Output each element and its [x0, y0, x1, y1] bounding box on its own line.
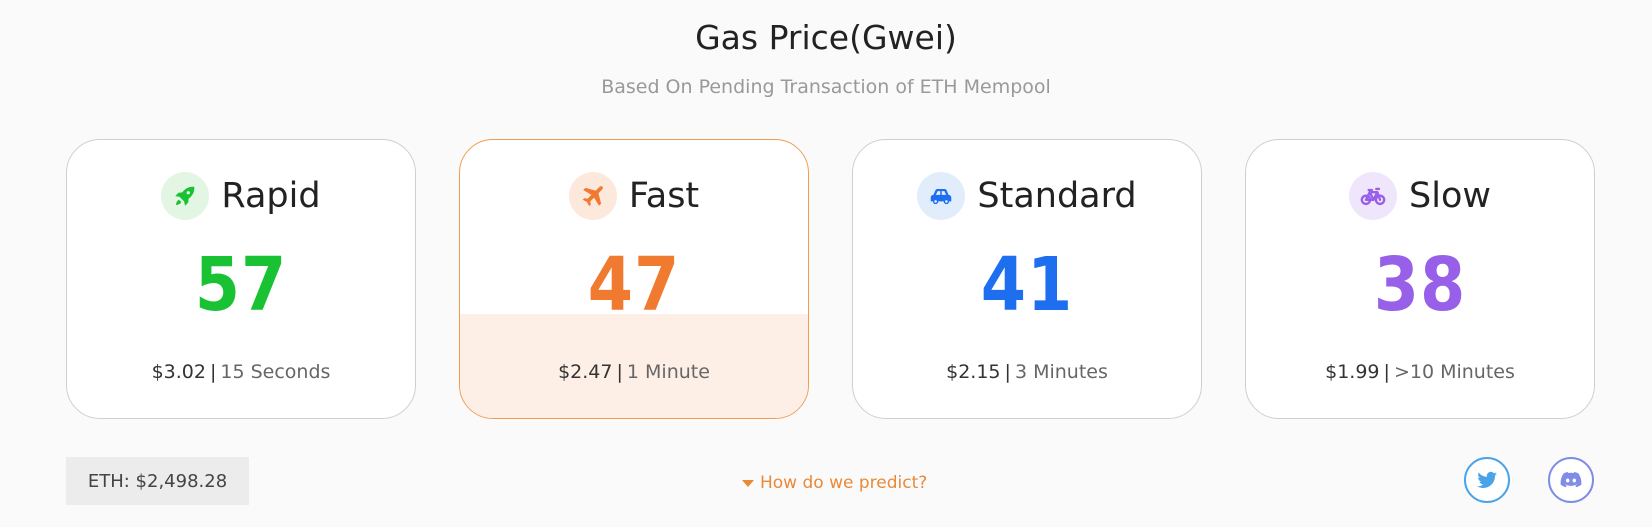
airplane-icon: [568, 172, 617, 220]
wait-time: 1 Minute: [626, 361, 710, 383]
card-label: Standard: [977, 176, 1137, 216]
card-header: Slow: [1246, 172, 1594, 220]
card-label: Slow: [1409, 176, 1491, 216]
usd-cost: $2.15: [946, 361, 1001, 383]
card-header: Rapid: [67, 172, 415, 220]
page-title: Gas Price(Gwei): [695, 18, 957, 57]
card-fast[interactable]: Fast 47 $2.47 | 1 Minute: [459, 139, 809, 419]
twitter-button[interactable]: [1464, 457, 1510, 503]
gas-value: 38: [1373, 242, 1467, 328]
card-footer: $3.02 | 15 Seconds: [67, 361, 415, 383]
card-footer: $2.47 | 1 Minute: [460, 361, 808, 383]
how-we-predict-link[interactable]: How do we predict?: [742, 473, 927, 493]
card-header: Standard: [853, 172, 1201, 220]
bicycle-icon: [1349, 172, 1397, 220]
wait-time: 3 Minutes: [1014, 361, 1108, 383]
card-standard[interactable]: Standard 41 $2.15 | 3 Minutes: [852, 139, 1202, 419]
card-slow[interactable]: Slow 38 $1.99 | >10 Minutes: [1245, 139, 1595, 419]
separator: |: [1004, 361, 1011, 383]
gas-value: 41: [980, 242, 1074, 328]
caret-down-icon: [742, 479, 754, 487]
twitter-icon: [1477, 471, 1497, 488]
discord-icon: [1560, 472, 1582, 488]
how-we-predict-label: How do we predict?: [760, 473, 928, 493]
card-label: Rapid: [221, 176, 321, 216]
eth-price-badge: ETH: $2,498.28: [66, 457, 249, 505]
wait-time: 15 Seconds: [220, 361, 331, 383]
usd-cost: $2.47: [558, 361, 613, 383]
separator: |: [616, 361, 623, 383]
gas-tracker-page: Gas Price(Gwei) Based On Pending Transac…: [0, 0, 1652, 527]
card-rapid[interactable]: Rapid 57 $3.02 | 15 Seconds: [66, 139, 416, 419]
separator: |: [1383, 361, 1390, 383]
card-header: Fast: [460, 172, 808, 220]
car-icon: [917, 172, 966, 220]
usd-cost: $1.99: [1325, 361, 1380, 383]
gas-value: 57: [194, 242, 288, 328]
page-subtitle: Based On Pending Transaction of ETH Memp…: [601, 76, 1051, 98]
usd-cost: $3.02: [151, 361, 206, 383]
card-label: Fast: [628, 176, 700, 216]
discord-button[interactable]: [1548, 457, 1594, 503]
card-footer: $1.99 | >10 Minutes: [1246, 361, 1594, 383]
card-footer: $2.15 | 3 Minutes: [853, 361, 1201, 383]
wait-time: >10 Minutes: [1393, 361, 1515, 383]
rocket-icon: [161, 172, 210, 220]
separator: |: [209, 361, 217, 383]
gas-value: 47: [587, 242, 681, 328]
